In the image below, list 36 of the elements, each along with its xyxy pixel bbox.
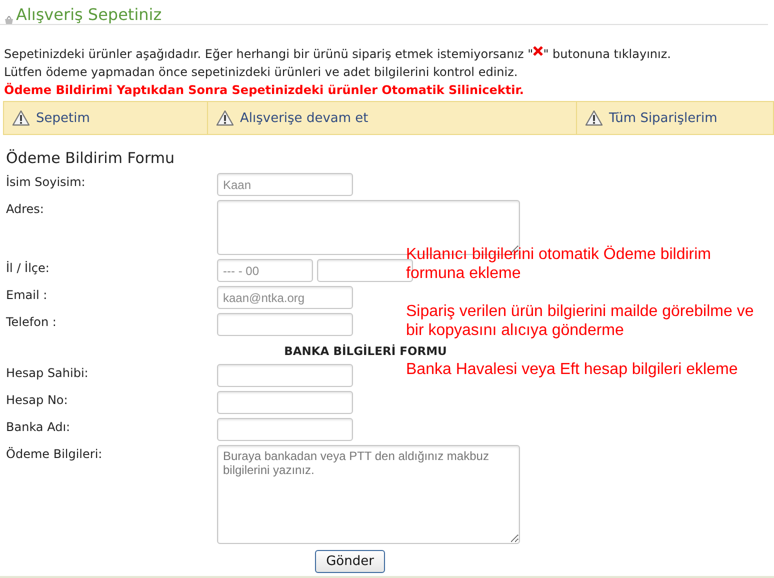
field-label: Banka Adı: — [6, 420, 70, 434]
intro-text: Sepetinizdeki ürünler aşağıdadır. Eğer herhangi bir ürünü sipariş etmek istemiyorsanız " — [4, 46, 534, 63]
input-field[interactable] — [217, 391, 353, 414]
text-area[interactable]: Buraya bankadan veya PTT den aldığınız makbuz bilgilerini yazınız. — [217, 445, 520, 544]
field-label: Ödeme Bilgileri: — [6, 447, 102, 461]
send-button[interactable]: Gönder — [315, 550, 385, 573]
tab-link[interactable]: Tüm Siparişlerim — [609, 110, 718, 126]
input-field[interactable] — [217, 313, 353, 336]
section-heading: BANKA BİLGİLERİ FORMU — [284, 344, 447, 358]
field-label: İl / İlçe: — [6, 261, 50, 275]
input-field[interactable] — [217, 418, 353, 441]
input-field[interactable] — [217, 364, 353, 387]
close-icon — [533, 46, 544, 56]
warning-icon — [216, 110, 234, 126]
field-label: Telefon : — [6, 315, 56, 329]
basket-icon — [4, 16, 14, 24]
tab-link[interactable]: Sepetim — [36, 110, 90, 126]
annotation-text: Banka Havalesi veya Eft hesap bilgileri ekleme — [406, 360, 739, 379]
page-title: Alışveriş Sepetiniz — [16, 6, 162, 24]
intro-text: " butonuna tıklayınız. — [543, 46, 671, 63]
field-label: İsim Soyisim: — [6, 175, 86, 189]
field-label: Hesap Sahibi: — [6, 366, 88, 380]
form-title: Ödeme Bildirim Formu — [6, 149, 174, 167]
warning-text: Ödeme Bildirimi Yaptıkdan Sonra Sepetinizdeki ürünler Otomatik Silinicektir. — [4, 83, 524, 97]
input-field[interactable]: kaan@ntka.org — [217, 286, 353, 309]
annotation-text: Kullanıcı bilgilerini otomatik Ödeme bildirim formuna ekleme — [406, 245, 712, 283]
intro-text: Lütfen ödeme yapmadan önce sepetinizdeki ürünleri ve adet bilgilerini kontrol ediniz. — [4, 65, 518, 79]
warning-icon — [585, 110, 603, 126]
input-field[interactable]: Kaan — [217, 173, 353, 196]
warning-icon — [12, 110, 30, 126]
field-label: Email : — [6, 288, 48, 302]
field-label: Hesap No: — [6, 393, 68, 407]
input-field[interactable]: --- - 00 — [217, 259, 313, 282]
field-label: Adres: — [6, 202, 44, 216]
annotation-text: Sipariş verilen ürün bilgierini mailde görebilme ve bir kopyasını alıcıya gönderme — [406, 302, 755, 340]
tab-link[interactable]: Alışverişe devam et — [240, 110, 368, 126]
